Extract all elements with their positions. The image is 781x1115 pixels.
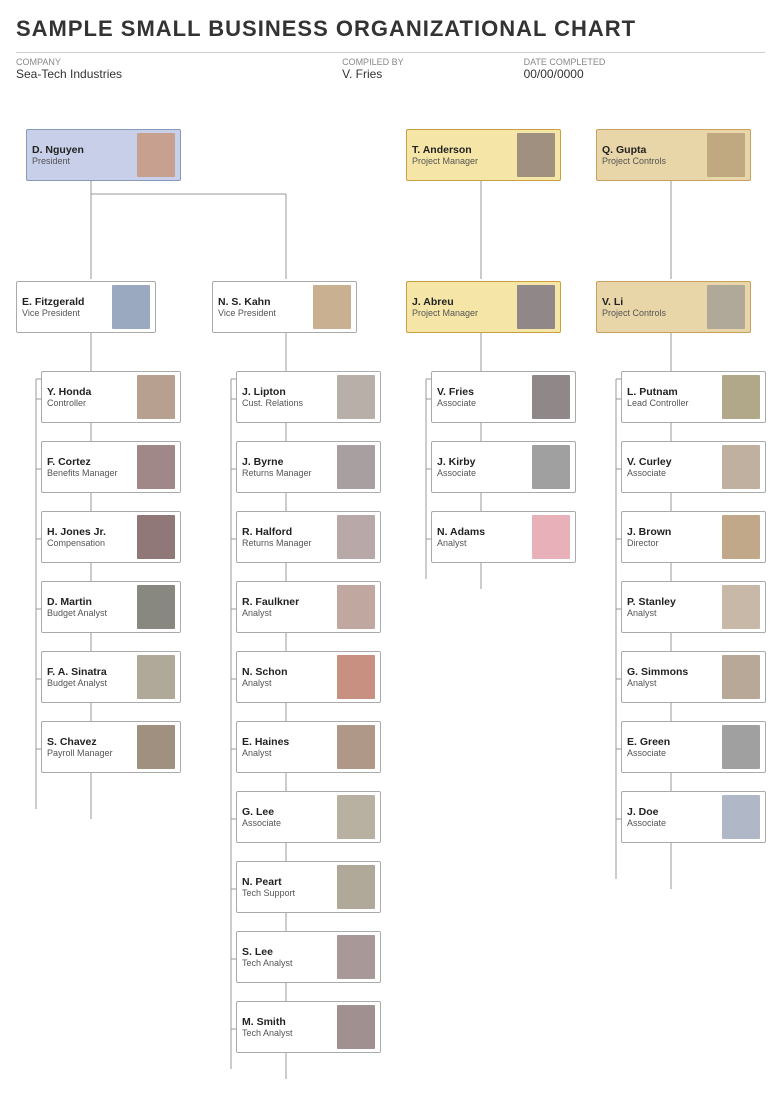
photo-byrne [337,445,375,489]
photo-abreu [517,285,555,329]
node-halford: R. Halford Returns Manager [236,511,381,563]
node-putnam: L. Putnam Lead Controller [621,371,766,423]
node-lee-s: S. Lee Tech Analyst [236,931,381,983]
node-fries: V. Fries Associate [431,371,576,423]
node-jones: H. Jones Jr. Compensation [41,511,181,563]
compiled-label: COMPILED BY [342,57,404,67]
photo-faulkner [337,585,375,629]
photo-fitzgerald [112,285,150,329]
photo-lee-s [337,935,375,979]
node-doe: J. Doe Associate [621,791,766,843]
photo-sinatra [137,655,175,699]
photo-chavez [137,725,175,769]
date-label: DATE COMPLETED [524,57,606,67]
meta-row: COMPANY Sea-Tech Industries COMPILED BY … [16,52,765,81]
photo-simmons [722,655,760,699]
photo-schon [337,655,375,699]
photo-green [722,725,760,769]
node-honda: Y. Honda Controller [41,371,181,423]
photo-kirby [532,445,570,489]
node-byrne: J. Byrne Returns Manager [236,441,381,493]
node-schon: N. Schon Analyst [236,651,381,703]
node-stanley: P. Stanley Analyst [621,581,766,633]
node-lee-g: G. Lee Associate [236,791,381,843]
date-value: 00/00/0000 [524,67,584,81]
node-peart: N. Peart Tech Support [236,861,381,913]
node-cortez: F. Cortez Benefits Manager [41,441,181,493]
node-smith: M. Smith Tech Analyst [236,1001,381,1053]
node-kirby: J. Kirby Associate [431,441,576,493]
node-martin: D. Martin Budget Analyst [41,581,181,633]
node-haines: E. Haines Analyst [236,721,381,773]
photo-stanley [722,585,760,629]
photo-curley [722,445,760,489]
node-gupta: Q. Gupta Project Controls [596,129,751,181]
node-kahn: N. S. Kahn Vice President [212,281,357,333]
photo-fries [532,375,570,419]
photo-brown [722,515,760,559]
node-curley: V. Curley Associate [621,441,766,493]
photo-doe [722,795,760,839]
company-label: COMPANY [16,57,122,67]
page-title: SAMPLE SMALL BUSINESS ORGANIZATIONAL CHA… [16,16,765,42]
company-value: Sea-Tech Industries [16,67,122,81]
photo-anderson [517,133,555,177]
org-chart: D. Nguyen President T. Anderson Project … [16,99,776,1099]
photo-gupta [707,133,745,177]
node-chavez: S. Chavez Payroll Manager [41,721,181,773]
photo-nguyen [137,133,175,177]
node-adams: N. Adams Analyst [431,511,576,563]
compiled-value: V. Fries [342,67,382,81]
node-faulkner: R. Faulkner Analyst [236,581,381,633]
photo-smith [337,1005,375,1049]
photo-lee-g [337,795,375,839]
photo-kahn [313,285,351,329]
node-fitzgerald: E. Fitzgerald Vice President [16,281,156,333]
photo-peart [337,865,375,909]
node-green: E. Green Associate [621,721,766,773]
photo-haines [337,725,375,769]
node-simmons: G. Simmons Analyst [621,651,766,703]
node-sinatra: F. A. Sinatra Budget Analyst [41,651,181,703]
photo-halford [337,515,375,559]
node-li: V. Li Project Controls [596,281,751,333]
photo-lipton [337,375,375,419]
node-anderson: T. Anderson Project Manager [406,129,561,181]
photo-li [707,285,745,329]
photo-jones [137,515,175,559]
node-brown: J. Brown Director [621,511,766,563]
photo-honda [137,375,175,419]
node-abreu: J. Abreu Project Manager [406,281,561,333]
photo-cortez [137,445,175,489]
photo-adams [532,515,570,559]
photo-martin [137,585,175,629]
photo-putnam [722,375,760,419]
node-lipton: J. Lipton Cust. Relations [236,371,381,423]
node-nguyen: D. Nguyen President [26,129,181,181]
